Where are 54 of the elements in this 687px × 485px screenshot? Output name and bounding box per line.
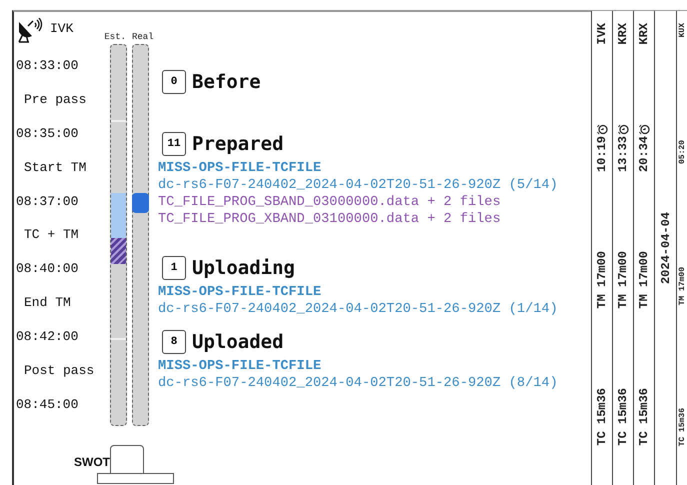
pass-time: 10:19 — [595, 136, 609, 172]
pass-station: KUX — [678, 23, 686, 38]
bar-label: Real — [132, 32, 154, 44]
section-title: Prepared — [192, 133, 284, 155]
pass-time: 13:33 — [616, 136, 630, 172]
request-id: dc-rs6-F07-240402_2024-04-02T20-51-26-920Z (5/14) — [158, 177, 559, 194]
bar-label: Est. — [104, 32, 126, 44]
count-badge: 11 — [162, 132, 186, 156]
alarm-clock-icon — [638, 124, 650, 135]
pass-time: 20:34 — [637, 136, 651, 172]
station-name: IVK — [50, 20, 74, 36]
time-label: 08:42:00 — [15, 329, 80, 346]
pass-tm-duration: TM 17m00 — [678, 266, 686, 305]
phase-label: Post pass — [23, 363, 96, 380]
pass-tc-duration: TC 15m36 — [616, 388, 630, 446]
current-position-marker — [132, 193, 148, 213]
pass-tc-duration: TC 15m36 — [637, 388, 651, 446]
pass-tc-duration: TC 15m36 — [678, 408, 686, 446]
tc-window-segment — [110, 193, 126, 238]
request-id: dc-rs6-F07-240402_2024-04-02T20-51-26-920Z (1/14) — [158, 301, 559, 318]
pass-tm-duration: TM 17m00 — [595, 251, 609, 309]
alarm-clock-icon — [618, 124, 628, 135]
pass-tc-duration: TC 15m36 — [595, 388, 609, 446]
section-title: Uploaded — [192, 331, 284, 353]
file-name: TC_FILE_PROG_XBAND_03100000.data + 2 files — [158, 211, 502, 228]
time-label: 08:45:00 — [15, 396, 80, 413]
alarm-clock-icon — [596, 124, 608, 135]
phase-label: Pre pass — [23, 92, 88, 108]
request-id: dc-rs6-F07-240402_2024-04-02T20-51-26-920Z (8/14) — [158, 375, 559, 392]
count-badge: 0 — [162, 70, 186, 94]
time-label: 08:40:00 — [15, 261, 80, 278]
mission-name: MISS-OPS-FILE-TCFILE — [158, 160, 322, 177]
pass-tm-duration: TM 17m00 — [637, 251, 651, 309]
phase-label: Start TM — [23, 160, 88, 176]
pass-tm-duration: TM 17m00 — [616, 251, 630, 309]
pass-station: KRX — [637, 23, 651, 45]
section-title: Before — [192, 71, 261, 93]
time-label: 08:35:00 — [15, 126, 80, 142]
pass-time: 05:20 — [678, 140, 686, 164]
satellite-name: SWOT — [74, 455, 110, 469]
count-badge: 8 — [162, 330, 186, 354]
mission-name: MISS-OPS-FILE-TCFILE — [158, 358, 322, 375]
pass-station: KRX — [616, 23, 630, 45]
mission-name: MISS-OPS-FILE-TCFILE — [158, 284, 322, 301]
date-label: 2024-04-04 — [658, 212, 672, 284]
section-title: Uploading — [192, 257, 295, 279]
pass-station: IVK — [595, 23, 609, 45]
file-name: TC_FILE_PROG_SBAND_03000000.data + 2 files — [158, 194, 502, 211]
time-label: 08:37:00 — [15, 194, 80, 210]
time-label: 08:33:00 — [15, 58, 80, 74]
count-badge: 1 — [162, 256, 186, 280]
phase-label: End TM — [23, 295, 72, 312]
hatched-segment — [110, 238, 126, 264]
phase-label: TC + TM — [23, 227, 80, 244]
